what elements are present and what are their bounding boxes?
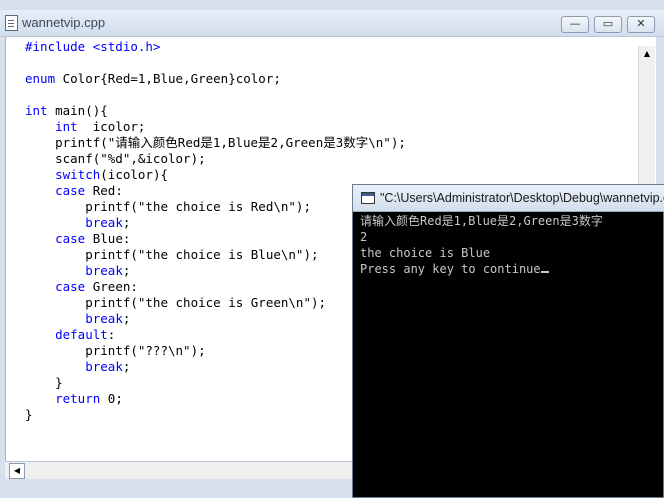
- console-line: 请输入颜色Red是1,Blue是2,Green是3数字: [360, 213, 603, 229]
- code-text: Green:: [85, 279, 138, 294]
- cpp-file-icon: [5, 15, 18, 31]
- code-line[interactable]: scanf("%d",&icolor);: [25, 151, 406, 167]
- code-line[interactable]: break;: [25, 359, 406, 375]
- code-text: 0;: [100, 391, 123, 406]
- code-text: printf("the choice is Blue\n");: [25, 247, 319, 262]
- console-app-icon: [361, 192, 375, 204]
- code-keyword: switch: [55, 167, 101, 182]
- horizontal-scrollbar[interactable]: ◀: [5, 461, 355, 479]
- code-keyword: #include <stdio.h>: [25, 39, 161, 54]
- code-keyword: default: [55, 327, 108, 342]
- code-line[interactable]: printf("the choice is Green\n");: [25, 295, 406, 311]
- code-keyword: int: [25, 103, 48, 118]
- console-line: 2: [360, 229, 603, 245]
- scroll-up-icon[interactable]: ▲: [639, 46, 655, 62]
- code-text: Red:: [85, 183, 123, 198]
- code-line[interactable]: int icolor;: [25, 119, 406, 135]
- code-text: main(){: [47, 103, 108, 118]
- code-text: :: [107, 327, 116, 342]
- code-line[interactable]: [25, 55, 406, 71]
- close-button[interactable]: ✕: [627, 16, 655, 33]
- console-title: "C:\Users\Administrator\Desktop\Debug\wa…: [380, 191, 664, 205]
- console-cursor: [540, 271, 549, 273]
- minimize-button[interactable]: —: [561, 16, 589, 33]
- scroll-left-icon[interactable]: ◀: [9, 463, 25, 479]
- code-keyword: break: [85, 359, 123, 374]
- code-text: printf("请输入颜色Red是1,Blue是2,Green是3数字\n");: [25, 135, 406, 150]
- code-line[interactable]: }: [25, 407, 406, 423]
- code-line[interactable]: case Green:: [25, 279, 406, 295]
- code-line[interactable]: printf("请输入颜色Red是1,Blue是2,Green是3数字\n");: [25, 135, 406, 151]
- code-text: scanf("%d",&icolor);: [25, 151, 206, 166]
- code-line[interactable]: case Blue:: [25, 231, 406, 247]
- source-code[interactable]: #include <stdio.h> enum Color{Red=1,Blue…: [25, 39, 406, 423]
- code-text: printf("the choice is Green\n");: [25, 295, 327, 310]
- console-line-text: 请输入颜色Red是1,Blue是2,Green是3数字: [360, 214, 603, 228]
- console-line: the choice is Blue: [360, 245, 603, 261]
- console-output: 请输入颜色Red是1,Blue是2,Green是3数字 2 the choice i…: [360, 213, 603, 277]
- restore-button[interactable]: ▭: [594, 16, 622, 33]
- code-keyword: int: [55, 119, 78, 134]
- code-line[interactable]: printf("???\n");: [25, 343, 406, 359]
- code-line[interactable]: default:: [25, 327, 406, 343]
- console-line-text: Press any key to continue: [360, 262, 541, 276]
- code-text: ;: [122, 311, 131, 326]
- code-line[interactable]: switch(icolor){: [25, 167, 406, 183]
- code-line[interactable]: #include <stdio.h>: [25, 39, 406, 55]
- editor-title: wannetvip.cpp: [22, 15, 106, 30]
- code-keyword: return: [55, 391, 101, 406]
- code-keyword: case: [55, 231, 86, 246]
- console-title-bar[interactable]: "C:\Users\Administrator\Desktop\Debug\wa…: [353, 185, 664, 212]
- code-text: printf("the choice is Red\n");: [25, 199, 311, 214]
- code-line[interactable]: case Red:: [25, 183, 406, 199]
- code-text: Blue:: [85, 231, 131, 246]
- code-keyword: case: [55, 183, 86, 198]
- console-line-text: the choice is Blue: [360, 246, 491, 260]
- code-keyword: break: [85, 311, 123, 326]
- code-text: Color{Red=1,Blue,Green}color;: [55, 71, 281, 86]
- code-text: }: [25, 407, 33, 422]
- code-line[interactable]: break;: [25, 215, 406, 231]
- code-text: ;: [122, 263, 131, 278]
- code-text: printf("???\n");: [25, 343, 206, 358]
- editor-title-bar[interactable]: wannetvip.cpp — ▭ ✕: [0, 10, 664, 37]
- code-line[interactable]: [25, 87, 406, 103]
- code-line[interactable]: printf("the choice is Blue\n");: [25, 247, 406, 263]
- console-line-text: 2: [360, 230, 368, 244]
- code-keyword: break: [85, 263, 123, 278]
- console-line: Press any key to continue: [360, 261, 603, 277]
- code-line[interactable]: printf("the choice is Red\n");: [25, 199, 406, 215]
- code-text: icolor;: [77, 119, 146, 134]
- console-window[interactable]: "C:\Users\Administrator\Desktop\Debug\wa…: [352, 184, 664, 498]
- code-text: ;: [122, 359, 131, 374]
- code-text: ;: [122, 215, 131, 230]
- code-keyword: case: [55, 279, 86, 294]
- code-line[interactable]: }: [25, 375, 406, 391]
- code-line[interactable]: enum Color{Red=1,Blue,Green}color;: [25, 71, 406, 87]
- code-text: }: [25, 375, 63, 390]
- code-keyword: break: [85, 215, 123, 230]
- code-line[interactable]: break;: [25, 263, 406, 279]
- code-keyword: enum: [25, 71, 56, 86]
- code-text: (icolor){: [100, 167, 168, 182]
- code-line[interactable]: return 0;: [25, 391, 406, 407]
- code-line[interactable]: int main(){: [25, 103, 406, 119]
- code-line[interactable]: break;: [25, 311, 406, 327]
